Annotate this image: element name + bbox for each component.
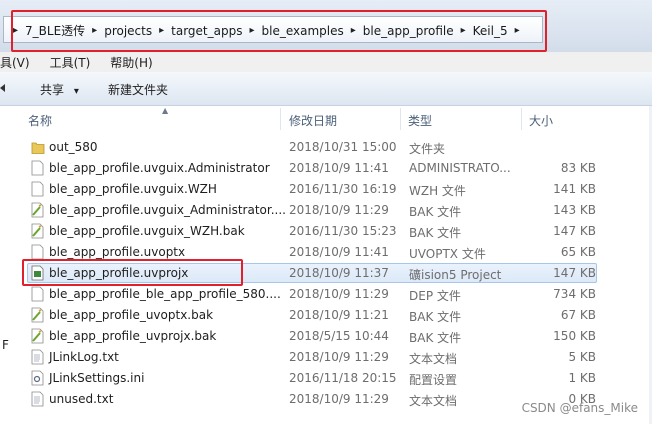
file-date: 2018/10/9 11:29: [289, 350, 389, 364]
file-icon: [31, 160, 44, 176]
file-name: JLinkLog.txt: [49, 350, 119, 364]
file-date: 2018/10/9 11:37: [289, 266, 389, 280]
file-highlight-box: [22, 259, 243, 286]
file-name: ble_app_profile.uvguix_WZH.bak: [49, 224, 245, 238]
column-divider[interactable]: [280, 108, 281, 130]
file-size: 734 KB: [553, 287, 596, 301]
bak-file-icon: [31, 328, 44, 344]
file-row[interactable]: JLinkSettings.ini 2016/11/18 20:15 配置设置 1 K…: [0, 368, 652, 389]
file-date: 2018/10/9 11:29: [289, 203, 389, 217]
toolbar-overflow-icon[interactable]: [0, 84, 5, 92]
menu-bar: 具(V) 工具(T) 帮助(H): [0, 52, 652, 72]
share-label: 共享: [40, 83, 65, 97]
bak-file-icon: [31, 202, 44, 218]
file-type: BAK 文件: [409, 226, 462, 240]
file-size: 150 KB: [553, 329, 596, 343]
file-type: 文本文档: [409, 394, 458, 408]
new-folder-button[interactable]: 新建文件夹: [108, 81, 168, 98]
text-file-icon: [31, 349, 44, 365]
file-size: 1 KB: [568, 371, 596, 385]
menu-view[interactable]: 具(V): [0, 54, 30, 71]
column-divider[interactable]: [400, 108, 401, 130]
file-size: 83 KB: [560, 161, 596, 175]
file-type: WZH 文件: [409, 184, 466, 198]
file-type: 配置设置: [409, 373, 458, 387]
file-size: 141 KB: [553, 182, 596, 196]
file-name: ble_app_profile_uvoptx.bak: [49, 308, 214, 322]
folder-icon: [31, 139, 45, 155]
file-row[interactable]: ble_app_profile_uvoptx.bak 2018/10/9 11:2…: [0, 305, 652, 326]
menu-help[interactable]: 帮助(H): [110, 54, 152, 71]
file-icon: [31, 244, 44, 260]
file-icon: [31, 181, 44, 197]
file-row[interactable]: ble_app_profile.uvguix_Administrator....…: [0, 200, 652, 221]
file-date: 2018/10/9 11:29: [289, 392, 389, 406]
column-header-row: ▲ 名称 修改日期 类型 大小: [14, 106, 652, 132]
file-icon: [31, 286, 44, 302]
file-type: 礦ision5 Project: [409, 268, 502, 282]
file-name: ble_app_profile.uvguix.WZH: [49, 182, 217, 196]
file-row[interactable]: ble_app_profile.uvguix.Administrator 2018…: [0, 158, 652, 179]
file-date: 2016/11/30 16:19: [289, 182, 397, 196]
file-date: 2018/10/9 11:21: [289, 308, 389, 322]
file-name: ble_app_profile.uvguix_Administrator....: [49, 203, 286, 217]
file-name: ble_app_profile_ble_app_profile_580....: [49, 287, 281, 301]
file-size: 67 KB: [560, 308, 596, 322]
file-name: ble_app_profile.uvguix.Administrator: [49, 161, 270, 175]
file-name: unused.txt: [49, 392, 114, 406]
file-type: UVOPTX 文件: [409, 247, 486, 261]
file-row[interactable]: JLinkLog.txt 2018/10/9 11:29 文本文档 5 KB: [0, 347, 652, 368]
file-date: 2018/10/9 11:29: [289, 287, 389, 301]
column-header-date[interactable]: 修改日期: [289, 112, 337, 129]
file-row[interactable]: ble_app_profile_uvprojx.bak 2018/5/15 10:…: [0, 326, 652, 347]
file-size: 5 KB: [568, 350, 596, 364]
watermark: CSDN @efans_Mike: [521, 401, 638, 415]
menu-tools[interactable]: 工具(T): [50, 54, 91, 71]
file-type: BAK 文件: [409, 331, 462, 345]
file-date: 2016/11/18 20:15: [289, 371, 397, 385]
file-type: BAK 文件: [409, 310, 462, 324]
file-date: 2016/11/30 15:23: [289, 224, 397, 238]
file-row[interactable]: out_580 2018/10/31 15:00 文件夹: [0, 137, 652, 158]
file-row[interactable]: ble_app_profile.uvguix.WZH 2016/11/30 16:…: [0, 179, 652, 200]
chevron-down-icon: ▾: [73, 86, 79, 97]
column-divider[interactable]: [521, 108, 522, 130]
share-button[interactable]: 共享 ▾: [40, 81, 79, 98]
bak-file-icon: [31, 307, 44, 323]
file-date: 2018/10/31 15:00: [289, 140, 397, 154]
file-name: ble_app_profile.uvoptx: [49, 245, 186, 259]
address-highlight-box: [11, 10, 547, 52]
file-type: BAK 文件: [409, 205, 462, 219]
file-row[interactable]: ble_app_profile.uvguix_WZH.bak 2016/11/30…: [0, 221, 652, 242]
file-size: 65 KB: [560, 245, 596, 259]
address-bar-area: ▸ 7_BLE透传 ▸ projects ▸ target_apps ▸ ble…: [0, 0, 652, 52]
column-header-type[interactable]: 类型: [408, 112, 432, 129]
file-date: 2018/10/9 11:41: [289, 245, 389, 259]
file-size: 143 KB: [553, 203, 596, 217]
file-type: DEP 文件: [409, 289, 461, 303]
file-name: ble_app_profile_uvprojx.bak: [49, 329, 217, 343]
file-size: 147 KB: [553, 224, 596, 238]
file-type: 文本文档: [409, 352, 458, 366]
file-row[interactable]: ble_app_profile_ble_app_profile_580.... 2…: [0, 284, 652, 305]
file-date: 2018/5/15 10:44: [289, 329, 389, 343]
column-header-size[interactable]: 大小: [529, 112, 553, 129]
ini-file-icon: [31, 370, 44, 386]
column-header-name[interactable]: 名称: [28, 112, 52, 129]
command-toolbar: 共享 ▾ 新建文件夹: [0, 72, 652, 106]
file-name: JLinkSettings.ini: [49, 371, 145, 385]
text-file-icon: [31, 391, 44, 407]
file-date: 2018/10/9 11:41: [289, 161, 389, 175]
file-type: ADMINISTRATO...: [409, 161, 511, 175]
sort-ascending-icon: ▲: [162, 106, 169, 115]
bak-file-icon: [31, 223, 44, 239]
file-name: out_580: [49, 140, 98, 154]
file-type: 文件夹: [409, 142, 446, 156]
file-size: 147 KB: [553, 266, 596, 280]
